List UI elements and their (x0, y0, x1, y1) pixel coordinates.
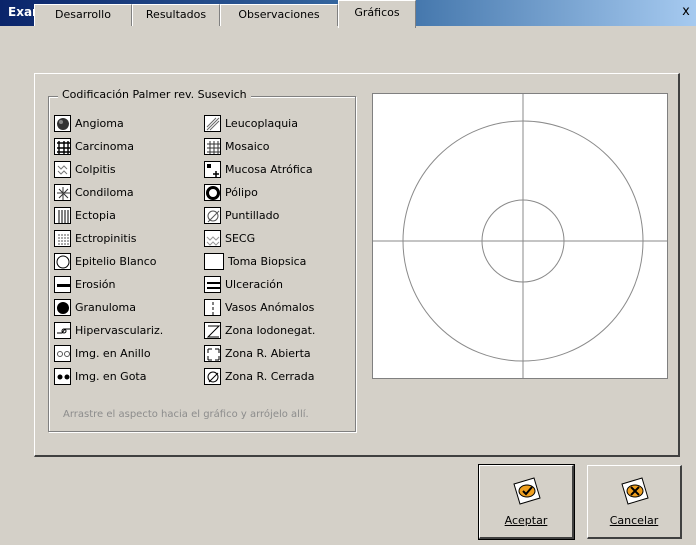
legend-item-granuloma[interactable]: Granuloma (54, 298, 136, 317)
zona-iodonegativa-icon (204, 322, 221, 339)
leucoplaquia-icon (204, 115, 221, 132)
img-gota-icon (54, 368, 71, 385)
tab-resultados[interactable]: Resultados (132, 4, 220, 26)
legend-item-hipervascularizacion[interactable]: Hipervasculariz. (54, 321, 163, 340)
tab-graficos[interactable]: Gráficos (338, 0, 416, 28)
cervix-diagram-drawing (373, 94, 667, 378)
legend-item-colpitis[interactable]: Colpitis (54, 160, 116, 179)
legend-label: Condiloma (75, 186, 134, 199)
zona-r-abierta-icon (204, 345, 221, 362)
epitelio-blanco-icon (54, 253, 71, 270)
legend-label: Img. en Gota (75, 370, 147, 383)
vasos-anomalos-icon (204, 299, 221, 316)
legend-label: Carcinoma (75, 140, 134, 153)
cancel-label: Cancelar (609, 514, 659, 527)
colpitis-icon (54, 161, 71, 178)
cancel-icon (618, 474, 652, 511)
legend-label: Zona R. Abierta (225, 347, 311, 360)
ulceracion-icon (204, 276, 221, 293)
legend-item-mucosa-atrofica[interactable]: Mucosa Atrófica (204, 160, 313, 179)
accept-button[interactable]: Aceptar (478, 464, 575, 540)
legend-label: Epitelio Blanco (75, 255, 157, 268)
drag-hint: Arrastre el aspecto hacia el gráfico y a… (63, 409, 309, 420)
toma-biopsica-icon (204, 253, 224, 270)
legend-item-polipo[interactable]: Pólipo (204, 183, 258, 202)
cervix-diagram[interactable] (372, 93, 668, 379)
ectropinitis-icon (54, 230, 71, 247)
legend-item-secg[interactable]: SECG (204, 229, 255, 248)
puntillado-icon (204, 207, 221, 224)
img-anillo-icon (54, 345, 71, 362)
legend-item-leucoplaquia[interactable]: Leucoplaquia (204, 114, 298, 133)
legend-item-ectropinitis[interactable]: Ectropinitis (54, 229, 137, 248)
legend-label: Hipervasculariz. (75, 324, 164, 337)
legend-item-ulceracion[interactable]: Ulceración (204, 275, 283, 294)
legend-label: Zona R. Cerrada (225, 370, 315, 383)
legend-label: Puntillado (225, 209, 280, 222)
legend-label: Ectopia (75, 209, 116, 222)
granuloma-icon (54, 299, 71, 316)
polipo-icon (204, 184, 221, 201)
legend-item-erosion[interactable]: Erosión (54, 275, 115, 294)
legend-label: Vasos Anómalos (225, 301, 315, 314)
legend-label: Img. en Anillo (75, 347, 151, 360)
legend-label: Leucoplaquia (225, 117, 298, 130)
legend-item-condiloma[interactable]: Condiloma (54, 183, 134, 202)
tab-label: Desarrollo (55, 8, 111, 21)
legend-item-angioma[interactable]: Angioma (54, 114, 124, 133)
carcinoma-icon (54, 138, 71, 155)
cancel-button[interactable]: Cancelar (587, 465, 682, 539)
close-icon[interactable]: x (678, 3, 694, 21)
legend-item-zona-r-cerrada[interactable]: Zona R. Cerrada (204, 367, 314, 386)
condiloma-icon (54, 184, 71, 201)
legend-label: Mosaico (225, 140, 270, 153)
legend-label: Angioma (75, 117, 124, 130)
tab-desarrollo[interactable]: Desarrollo (34, 4, 132, 26)
legend-item-ectopia[interactable]: Ectopia (54, 206, 116, 225)
tab-label: Gráficos (354, 6, 400, 19)
legend-item-zona-r-abierta[interactable]: Zona R. Abierta (204, 344, 311, 363)
mucosa-atrofica-icon (204, 161, 221, 178)
legend-item-epitelio-blanco[interactable]: Epitelio Blanco (54, 252, 157, 271)
legend-item-puntillado[interactable]: Puntillado (204, 206, 279, 225)
secg-icon (204, 230, 221, 247)
legend-label: Mucosa Atrófica (225, 163, 313, 176)
legend-item-zona-iodonegativa[interactable]: Zona Iodonegat. (204, 321, 315, 340)
legend-label: Zona Iodonegat. (225, 324, 316, 337)
legend-label: Toma Biopsica (228, 255, 307, 268)
dialog-window: Examen colposcopico x Desarrollo Resulta… (0, 0, 696, 545)
erosion-icon (54, 276, 71, 293)
legend-label: Pólipo (225, 186, 258, 199)
legend-label: Erosión (75, 278, 116, 291)
zona-r-cerrada-icon (204, 368, 221, 385)
legend-item-carcinoma[interactable]: Carcinoma (54, 137, 134, 156)
tab-label: Resultados (145, 8, 207, 21)
legend-label: Ulceración (225, 278, 283, 291)
mosaico-icon (204, 138, 221, 155)
ectopia-icon (54, 207, 71, 224)
accept-icon (510, 474, 544, 511)
legend-item-vasos-anomalos[interactable]: Vasos Anómalos (204, 298, 314, 317)
accept-label: Aceptar (504, 514, 548, 527)
hipervascularizacion-icon (54, 322, 71, 339)
legend-label: Granuloma (75, 301, 136, 314)
tab-observaciones[interactable]: Observaciones (220, 4, 338, 26)
legend-item-toma-biopsica[interactable]: Toma Biopsica (204, 252, 306, 271)
legend-item-mosaico[interactable]: Mosaico (204, 137, 270, 156)
tab-label: Observaciones (238, 8, 320, 21)
angioma-icon (54, 115, 71, 132)
legend-title: Codificación Palmer rev. Susevich (58, 88, 251, 101)
legend-label: Colpitis (75, 163, 116, 176)
legend-item-img-gota[interactable]: Img. en Gota (54, 367, 146, 386)
legend-label: Ectropinitis (75, 232, 137, 245)
legend-item-img-anillo[interactable]: Img. en Anillo (54, 344, 151, 363)
legend-label: SECG (225, 232, 256, 245)
